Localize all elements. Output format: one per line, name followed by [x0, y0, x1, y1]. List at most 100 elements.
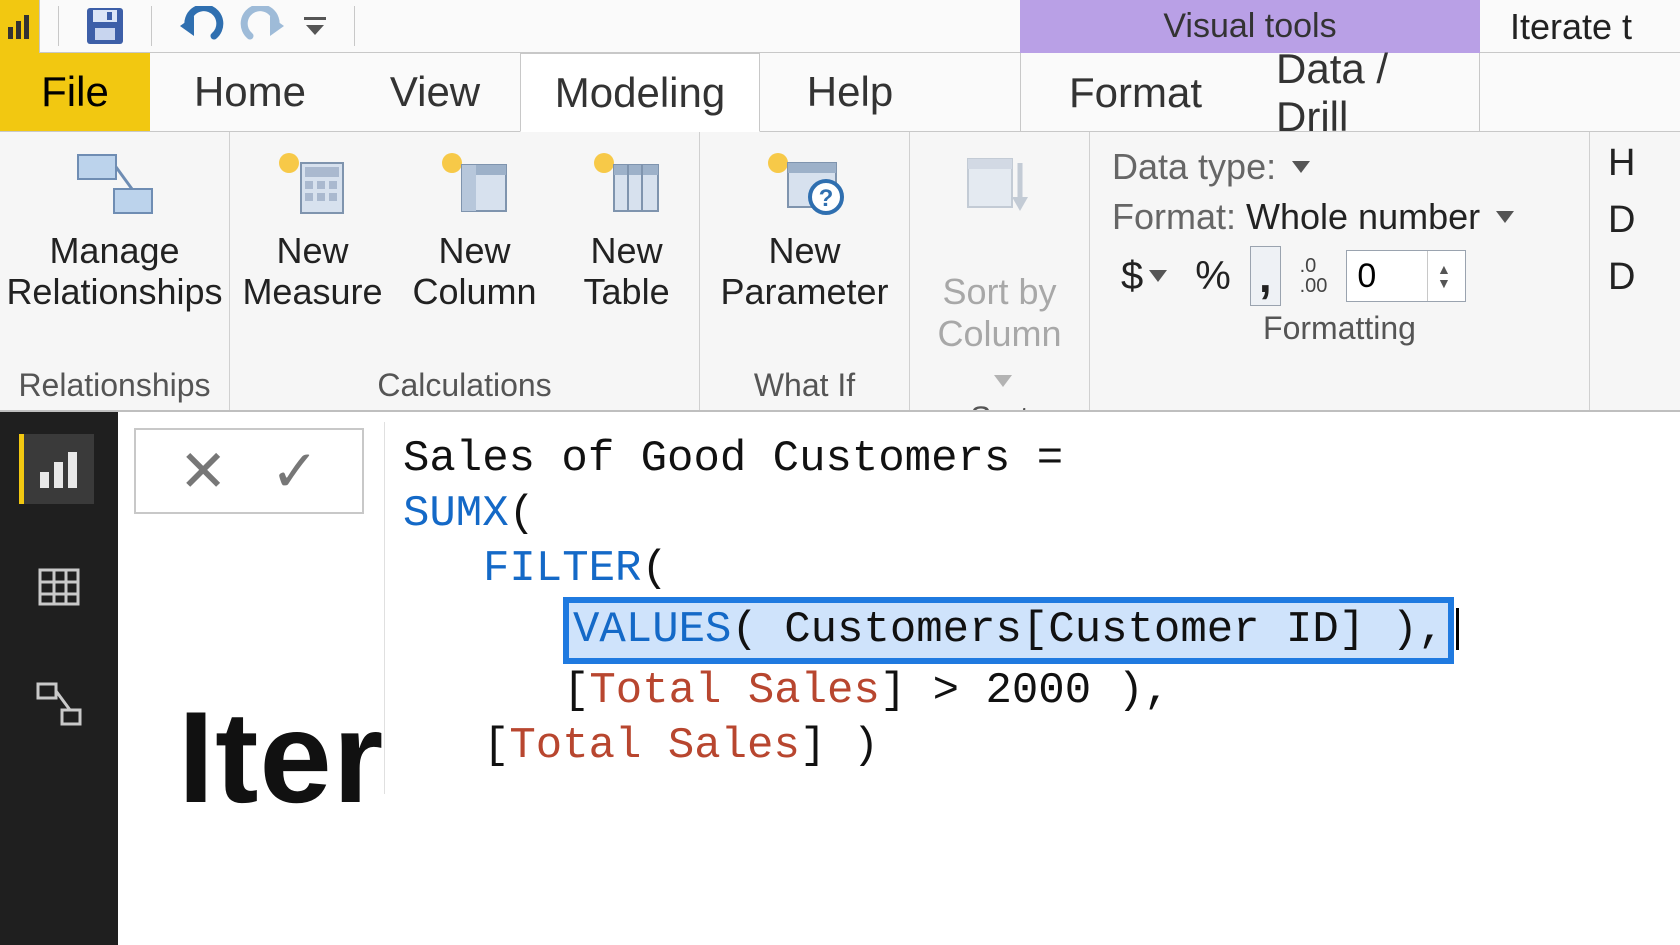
undo-icon [176, 6, 226, 46]
chevron-down-icon [300, 11, 330, 41]
chevron-down-icon[interactable] [1496, 211, 1514, 223]
selected-expression: VALUES( Customers[Customer ID] ), [563, 597, 1454, 664]
table-icon [36, 564, 82, 610]
ribbon-group-label: Relationships [12, 363, 217, 410]
button-label: New Parameter [720, 230, 888, 313]
comma-icon: , [1259, 249, 1272, 303]
dax-line: [Total Sales] ) [403, 719, 1660, 774]
formula-commit-button[interactable]: ✓ [270, 437, 319, 505]
dollar-icon: $ [1121, 254, 1143, 299]
tab-file[interactable]: File [0, 53, 150, 131]
tab-view[interactable]: View [350, 53, 520, 131]
percent-icon: % [1195, 254, 1231, 299]
format-value[interactable]: Whole number [1246, 196, 1480, 238]
chevron-down-icon[interactable] [1292, 161, 1310, 173]
divider [1479, 53, 1480, 132]
trailing-fragment: H [1608, 142, 1635, 185]
trailing-fragment: D [1608, 199, 1635, 242]
currency-format-button[interactable]: $ [1112, 251, 1176, 302]
bar-chart-icon [36, 446, 82, 492]
format-label: Format: [1112, 196, 1236, 238]
dax-line: Sales of Good Customers = [403, 432, 1660, 487]
decimal-shift-icon: .0 .00 [1300, 256, 1328, 296]
button-label: New Measure [242, 230, 382, 313]
ribbon-tab-strip: File Home View Modeling Help Format Data… [0, 53, 1680, 132]
redo-icon [238, 6, 288, 46]
chevron-down-icon [1149, 270, 1167, 282]
undo-button[interactable] [170, 0, 232, 52]
dax-line: FILTER( [403, 542, 1660, 597]
svg-text:?: ? [819, 185, 834, 212]
data-view-button[interactable] [24, 552, 94, 622]
sort-by-column-icon [955, 144, 1045, 224]
tab-format[interactable]: Format [1021, 53, 1250, 132]
formula-editor[interactable]: Sales of Good Customers = SUMX( FILTER( … [384, 422, 1680, 794]
decimal-places-stepper[interactable]: ▲▼ [1346, 250, 1466, 302]
relationship-icon [34, 680, 84, 730]
percent-format-button[interactable]: % [1186, 251, 1240, 302]
ribbon-group-calculations: New Measure New Column [230, 132, 700, 410]
chevron-down-icon [994, 375, 1012, 387]
new-column-icon [430, 144, 520, 224]
button-label: New Table [584, 230, 670, 313]
manage-relationships-button[interactable]: Manage Relationships [12, 144, 217, 313]
tab-modeling[interactable]: Modeling [520, 53, 760, 132]
fn-filter: FILTER [483, 544, 641, 594]
fn-sumx: SUMX [403, 489, 509, 539]
ribbon-group-formatting: Data type: Format: Whole number $ % , [1090, 132, 1590, 410]
tab-help[interactable]: Help [760, 53, 940, 131]
ribbon-group-label: Calculations [242, 363, 687, 410]
qat-separator [151, 6, 152, 46]
stepper-arrows[interactable]: ▲▼ [1427, 251, 1459, 301]
button-label: Manage Relationships [6, 230, 222, 313]
trailing-fragment: D [1608, 256, 1635, 299]
ribbon-group-relationships: Manage Relationships Relationships [0, 132, 230, 410]
format-buttons-row: $ % , .0 .00 ▲▼ [1112, 246, 1567, 306]
report-view-button[interactable] [19, 434, 94, 504]
equals-sign: = [1010, 434, 1063, 484]
decimal-places-input[interactable] [1347, 251, 1427, 301]
sort-by-column-button[interactable]: Sort by Column [937, 144, 1061, 396]
ribbon-group-label: What If [712, 363, 897, 410]
button-label: Sort by Column [937, 230, 1061, 396]
save-icon [83, 4, 127, 48]
thousands-separator-button[interactable]: , [1250, 246, 1281, 306]
redo-button[interactable] [232, 0, 294, 52]
data-type-label: Data type: [1112, 146, 1276, 188]
new-measure-icon [267, 144, 357, 224]
qat-separator [354, 6, 355, 46]
new-table-icon [582, 144, 672, 224]
new-parameter-icon: ? [759, 144, 849, 224]
text-cursor [1456, 608, 1459, 650]
dax-line: VALUES( Customers[Customer ID] ), [403, 597, 1660, 664]
decimal-places-icon-button[interactable]: .0 .00 [1291, 253, 1337, 299]
formula-cancel-button[interactable]: ✕ [179, 437, 228, 505]
fn-values: VALUES [573, 605, 731, 655]
qat-separator [58, 6, 59, 46]
workspace: Iter ✕ ✓ Sales of Good Customers = SUMX(… [0, 412, 1680, 945]
values-arg: Customers[Customer ID] [758, 605, 1392, 655]
save-button[interactable] [77, 0, 133, 52]
app-logo-icon [0, 0, 40, 53]
report-canvas[interactable]: Iter ✕ ✓ Sales of Good Customers = SUMX(… [118, 412, 1680, 945]
canvas-background-text: Iter [178, 682, 384, 832]
cond-rest: > 2000 ), [906, 666, 1170, 716]
measure-name: Sales of Good Customers [403, 434, 1010, 484]
ret-rest: ) [826, 721, 879, 771]
formula-bar-controls: ✕ ✓ [134, 428, 364, 514]
tab-home[interactable]: Home [150, 53, 350, 131]
ribbon-group-label: Formatting [1102, 306, 1577, 353]
tab-data-drill[interactable]: Data / Drill [1250, 53, 1479, 132]
model-view-button[interactable] [24, 670, 94, 740]
customize-qat-button[interactable] [294, 0, 336, 52]
measure-ref: Total Sales [509, 721, 799, 771]
comma: , [1418, 605, 1444, 655]
new-table-button[interactable]: New Table [567, 144, 687, 313]
new-column-button[interactable]: New Column [413, 144, 537, 313]
document-title: Iterate t [1510, 0, 1632, 53]
ribbon-group-label: Sort [922, 396, 1077, 412]
ribbon-group-sort: Sort by Column Sort [910, 132, 1090, 410]
format-row: Format: Whole number [1112, 196, 1567, 238]
new-measure-button[interactable]: New Measure [242, 144, 382, 313]
new-parameter-button[interactable]: ? New Parameter [720, 144, 888, 313]
